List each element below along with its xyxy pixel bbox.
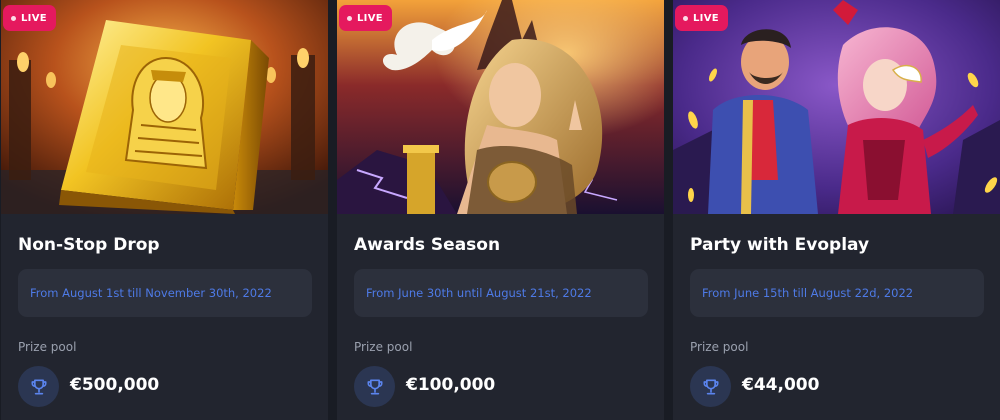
tournament-banner-image[interactable]: LIVE: [673, 0, 1000, 214]
live-badge-label: LIVE: [21, 12, 47, 24]
prize-amount: €500,000: [70, 375, 160, 395]
tournament-card-party-with-evoplay[interactable]: LIVE Party with Evoplay From June 15th t…: [673, 0, 1000, 420]
prize-amount: €100,000: [406, 375, 496, 395]
prize-pool-label: Prize pool: [354, 340, 413, 354]
tournament-dates: From June 15th till August 22d, 2022: [690, 269, 984, 317]
tournament-dates-text: From June 30th until August 21st, 2022: [366, 286, 592, 300]
live-dot-icon: [11, 15, 16, 21]
live-dot-icon: [347, 15, 352, 21]
tournament-title[interactable]: Awards Season: [354, 235, 500, 255]
golden-pharaoh-book-art: [1, 0, 328, 214]
live-dot-icon: [683, 15, 688, 21]
trophy-icon: [18, 366, 59, 407]
tournament-grid: LIVE Non-Stop Drop From August 1st till …: [0, 0, 1000, 420]
trophy-icon: [354, 366, 395, 407]
tournament-banner-image[interactable]: LIVE: [1, 0, 328, 214]
tournament-banner-image[interactable]: LIVE: [337, 0, 664, 214]
live-badge-label: LIVE: [357, 12, 383, 24]
tournament-dates: From June 30th until August 21st, 2022: [354, 269, 648, 317]
live-badge: LIVE: [3, 5, 56, 31]
tournament-dates-text: From June 15th till August 22d, 2022: [702, 286, 914, 300]
tournament-title[interactable]: Party with Evoplay: [690, 235, 869, 255]
tournament-card-awards-season[interactable]: LIVE Awards Season From June 30th until …: [337, 0, 664, 420]
tournament-card-non-stop-drop[interactable]: LIVE Non-Stop Drop From August 1st till …: [1, 0, 328, 420]
live-badge: LIVE: [675, 5, 728, 31]
prize-pool-label: Prize pool: [690, 340, 749, 354]
tournament-dates: From August 1st till November 30th, 2022: [18, 269, 312, 317]
trophy-icon: [690, 366, 731, 407]
goddess-with-dove-art: [337, 0, 664, 214]
live-badge-label: LIVE: [693, 12, 719, 24]
tournament-title[interactable]: Non-Stop Drop: [18, 235, 160, 255]
prize-pool-label: Prize pool: [18, 340, 77, 354]
prize-amount: €44,000: [742, 375, 820, 395]
tournament-dates-text: From August 1st till November 30th, 2022: [30, 286, 272, 300]
live-badge: LIVE: [339, 5, 392, 31]
carnival-couple-art: [673, 0, 1000, 214]
